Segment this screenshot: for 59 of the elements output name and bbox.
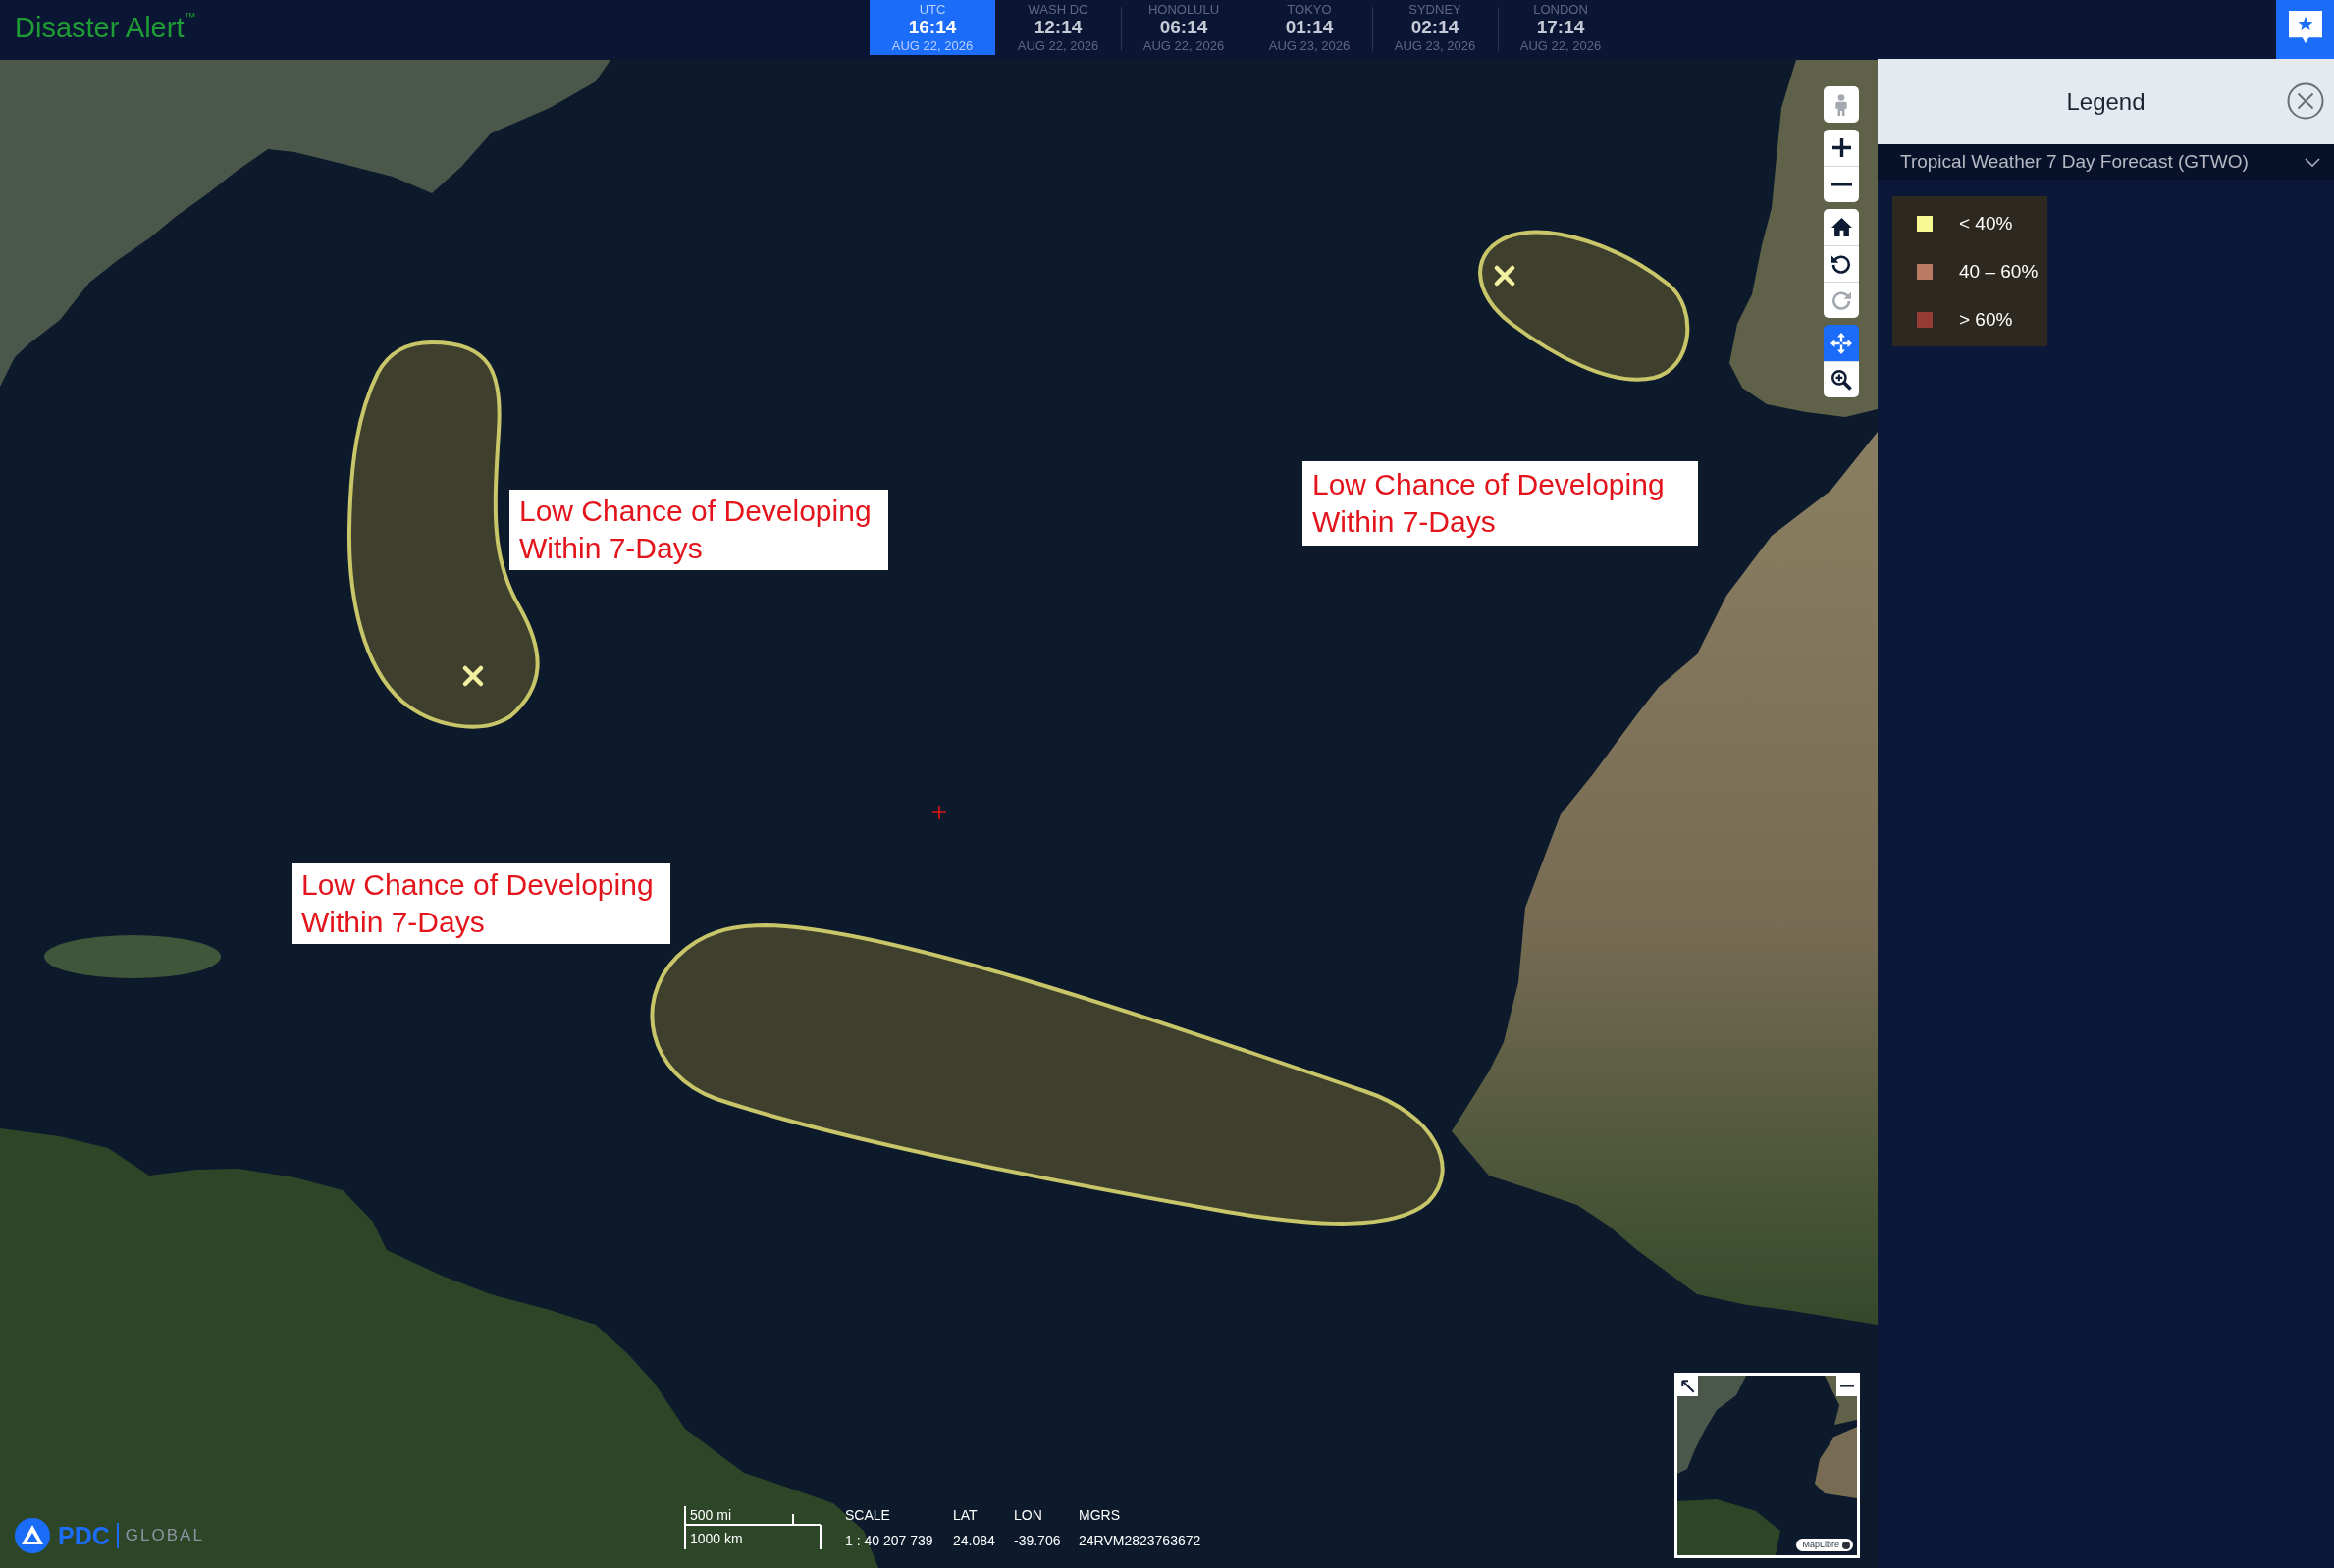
time-zone-tab[interactable]: TOKYO 01:14 AUG 23, 2026 bbox=[1247, 0, 1372, 55]
overview-map[interactable]: MapLibre bbox=[1674, 1373, 1860, 1558]
close-button[interactable] bbox=[2287, 82, 2324, 120]
readout-value: -39.706 bbox=[1014, 1533, 1062, 1548]
legend-label: > 60% bbox=[1959, 308, 2013, 331]
readout-label: LAT bbox=[953, 1507, 979, 1523]
zoom-box-button[interactable] bbox=[1824, 361, 1859, 397]
legend-label: < 40% bbox=[1959, 212, 2013, 235]
x-mark-icon[interactable] bbox=[1494, 265, 1515, 287]
forecast-area[interactable] bbox=[1478, 230, 1690, 382]
expand-button[interactable] bbox=[1677, 1376, 1698, 1396]
app-title: Disaster Alert$^{™}$ bbox=[15, 11, 196, 44]
rotate-right-icon bbox=[1831, 290, 1851, 310]
time-zone-tab[interactable]: HONOLULU 06:14 AUG 22, 2026 bbox=[1121, 0, 1247, 55]
readout-value: 24RVM2823763672 bbox=[1079, 1533, 1201, 1548]
time-zone-tab[interactable]: UTC 16:14 AUG 22, 2026 bbox=[870, 0, 995, 55]
time-zone-tab[interactable]: SYDNEY 02:14 AUG 23, 2026 bbox=[1372, 0, 1498, 55]
person-icon bbox=[1834, 93, 1848, 116]
plus-icon bbox=[1831, 138, 1851, 157]
close-icon bbox=[2287, 82, 2324, 120]
logo-tagline: GLOBAL bbox=[125, 1526, 204, 1545]
legend-label: 40 – 60% bbox=[1959, 260, 2039, 283]
time-zone-tab[interactable]: WASH DC 12:14 AUG 22, 2026 bbox=[995, 0, 1121, 55]
scale-label: 500 mi bbox=[690, 1507, 732, 1523]
forecast-label: Low Chance of Developing Within 7-Days bbox=[292, 863, 670, 944]
readout-label: LON bbox=[1014, 1507, 1043, 1523]
move-arrows-icon bbox=[1830, 332, 1852, 354]
magnifier-plus-icon bbox=[1830, 369, 1852, 391]
forecast-label: Low Chance of Developing Within 7-Days bbox=[509, 490, 888, 570]
logo-icon bbox=[15, 1518, 50, 1553]
pan-button[interactable] bbox=[1824, 325, 1859, 361]
star-speech-bubble-icon bbox=[2288, 10, 2322, 43]
layer-dropdown[interactable]: Tropical Weather 7 Day Forecast (GTWO) bbox=[1878, 144, 2334, 180]
readout-label: MGRS bbox=[1079, 1507, 1121, 1523]
minus-icon bbox=[1839, 1385, 1854, 1387]
chevron-down-icon bbox=[2305, 157, 2320, 167]
favorites-button[interactable] bbox=[2276, 0, 2334, 59]
zoom-in-button[interactable] bbox=[1824, 130, 1859, 166]
forecast-label: Low Chance of Developing Within 7-Days bbox=[1302, 461, 1698, 546]
readout-value: 24.084 bbox=[953, 1533, 996, 1548]
home-icon bbox=[1830, 218, 1852, 236]
readout-value: 1 : 40 207 739 bbox=[845, 1533, 934, 1548]
minus-icon bbox=[1830, 183, 1852, 186]
logo-text: PDC bbox=[58, 1521, 110, 1550]
crosshair-icon bbox=[931, 805, 947, 820]
rotate-left-icon bbox=[1831, 254, 1851, 274]
readout-label: SCALE bbox=[845, 1507, 891, 1523]
logo-dot-icon bbox=[1842, 1541, 1850, 1549]
rotate-left-button[interactable] bbox=[1824, 245, 1859, 282]
forecast-area[interactable] bbox=[650, 923, 1445, 1226]
attribution-link[interactable]: MapLibre bbox=[1796, 1539, 1853, 1551]
diagonal-arrow-icon bbox=[1680, 1379, 1695, 1393]
time-zone-tab[interactable]: LONDON 17:14 AUG 22, 2026 bbox=[1498, 0, 1623, 55]
legend-title: Legend bbox=[2066, 87, 2146, 116]
scale-label: 1000 km bbox=[690, 1531, 743, 1546]
home-button[interactable] bbox=[1824, 209, 1859, 245]
x-mark-icon[interactable] bbox=[462, 665, 484, 687]
zoom-out-button[interactable] bbox=[1824, 166, 1859, 202]
collapse-button[interactable] bbox=[1836, 1376, 1857, 1396]
